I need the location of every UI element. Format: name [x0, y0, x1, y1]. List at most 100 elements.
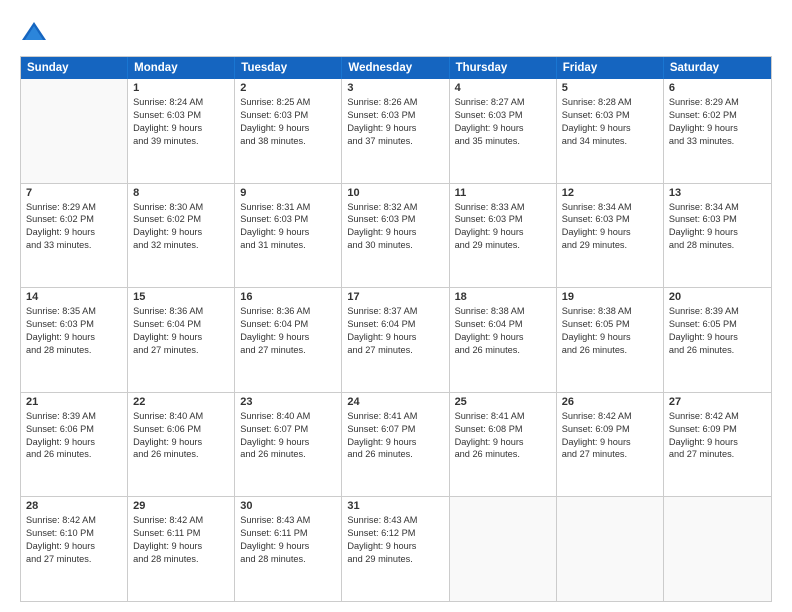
- cell-line: Daylight: 9 hours: [240, 540, 336, 553]
- cell-line: Daylight: 9 hours: [133, 331, 229, 344]
- cell-line: and 30 minutes.: [347, 239, 443, 252]
- calendar-cell: 20Sunrise: 8:39 AMSunset: 6:05 PMDayligh…: [664, 288, 771, 392]
- cell-line: Sunrise: 8:42 AM: [669, 410, 766, 423]
- cell-line: Sunrise: 8:40 AM: [133, 410, 229, 423]
- cell-line: and 28 minutes.: [669, 239, 766, 252]
- cell-line: Sunrise: 8:33 AM: [455, 201, 551, 214]
- calendar-cell: 8Sunrise: 8:30 AMSunset: 6:02 PMDaylight…: [128, 184, 235, 288]
- cell-line: Daylight: 9 hours: [347, 122, 443, 135]
- day-number: 15: [133, 291, 229, 303]
- calendar-cell: 17Sunrise: 8:37 AMSunset: 6:04 PMDayligh…: [342, 288, 449, 392]
- calendar-cell: 14Sunrise: 8:35 AMSunset: 6:03 PMDayligh…: [21, 288, 128, 392]
- cell-line: Sunset: 6:05 PM: [562, 318, 658, 331]
- day-number: 23: [240, 396, 336, 408]
- cell-line: Sunset: 6:06 PM: [26, 423, 122, 436]
- calendar-cell: [21, 79, 128, 183]
- cell-line: Sunrise: 8:42 AM: [26, 514, 122, 527]
- calendar-cell: [664, 497, 771, 601]
- cell-line: Sunrise: 8:36 AM: [240, 305, 336, 318]
- calendar-cell: 9Sunrise: 8:31 AMSunset: 6:03 PMDaylight…: [235, 184, 342, 288]
- cell-line: and 27 minutes.: [133, 344, 229, 357]
- cell-line: Daylight: 9 hours: [240, 331, 336, 344]
- cell-line: and 26 minutes.: [347, 448, 443, 461]
- cell-line: Daylight: 9 hours: [240, 226, 336, 239]
- calendar-cell: 1Sunrise: 8:24 AMSunset: 6:03 PMDaylight…: [128, 79, 235, 183]
- cell-line: Sunset: 6:05 PM: [669, 318, 766, 331]
- cell-line: Sunset: 6:03 PM: [347, 213, 443, 226]
- cell-line: Daylight: 9 hours: [562, 122, 658, 135]
- day-number: 12: [562, 187, 658, 199]
- day-number: 11: [455, 187, 551, 199]
- calendar-cell: 29Sunrise: 8:42 AMSunset: 6:11 PMDayligh…: [128, 497, 235, 601]
- cell-line: Daylight: 9 hours: [455, 331, 551, 344]
- cell-line: Daylight: 9 hours: [133, 540, 229, 553]
- day-number: 25: [455, 396, 551, 408]
- cell-line: Sunrise: 8:36 AM: [133, 305, 229, 318]
- cell-line: Daylight: 9 hours: [347, 331, 443, 344]
- cell-line: Sunrise: 8:34 AM: [562, 201, 658, 214]
- cell-line: Sunrise: 8:41 AM: [347, 410, 443, 423]
- calendar-cell: 15Sunrise: 8:36 AMSunset: 6:04 PMDayligh…: [128, 288, 235, 392]
- cell-line: Sunset: 6:08 PM: [455, 423, 551, 436]
- cell-line: and 38 minutes.: [240, 135, 336, 148]
- calendar-row: 21Sunrise: 8:39 AMSunset: 6:06 PMDayligh…: [21, 393, 771, 498]
- weekday-header: Friday: [557, 57, 664, 79]
- cell-line: and 28 minutes.: [26, 344, 122, 357]
- cell-line: and 26 minutes.: [455, 344, 551, 357]
- cell-line: Daylight: 9 hours: [347, 540, 443, 553]
- cell-line: Sunset: 6:02 PM: [26, 213, 122, 226]
- cell-line: Daylight: 9 hours: [240, 436, 336, 449]
- calendar-cell: 30Sunrise: 8:43 AMSunset: 6:11 PMDayligh…: [235, 497, 342, 601]
- calendar-cell: 4Sunrise: 8:27 AMSunset: 6:03 PMDaylight…: [450, 79, 557, 183]
- cell-line: Sunrise: 8:31 AM: [240, 201, 336, 214]
- calendar-cell: 13Sunrise: 8:34 AMSunset: 6:03 PMDayligh…: [664, 184, 771, 288]
- calendar-cell: 3Sunrise: 8:26 AMSunset: 6:03 PMDaylight…: [342, 79, 449, 183]
- cell-line: Sunset: 6:10 PM: [26, 527, 122, 540]
- cell-line: and 29 minutes.: [562, 239, 658, 252]
- weekday-header: Sunday: [21, 57, 128, 79]
- header: [20, 18, 772, 46]
- cell-line: and 33 minutes.: [669, 135, 766, 148]
- day-number: 19: [562, 291, 658, 303]
- weekday-header: Saturday: [664, 57, 771, 79]
- day-number: 8: [133, 187, 229, 199]
- cell-line: and 26 minutes.: [455, 448, 551, 461]
- cell-line: and 39 minutes.: [133, 135, 229, 148]
- cell-line: and 27 minutes.: [669, 448, 766, 461]
- cell-line: Sunrise: 8:30 AM: [133, 201, 229, 214]
- calendar-row: 7Sunrise: 8:29 AMSunset: 6:02 PMDaylight…: [21, 184, 771, 289]
- cell-line: Sunrise: 8:39 AM: [669, 305, 766, 318]
- day-number: 4: [455, 82, 551, 94]
- cell-line: Daylight: 9 hours: [26, 226, 122, 239]
- cell-line: Sunset: 6:03 PM: [240, 213, 336, 226]
- logo-icon: [20, 18, 48, 46]
- cell-line: Sunrise: 8:39 AM: [26, 410, 122, 423]
- cell-line: Sunrise: 8:40 AM: [240, 410, 336, 423]
- calendar-row: 28Sunrise: 8:42 AMSunset: 6:10 PMDayligh…: [21, 497, 771, 601]
- cell-line: Sunset: 6:03 PM: [240, 109, 336, 122]
- day-number: 17: [347, 291, 443, 303]
- cell-line: and 37 minutes.: [347, 135, 443, 148]
- cell-line: Sunset: 6:06 PM: [133, 423, 229, 436]
- cell-line: and 26 minutes.: [26, 448, 122, 461]
- calendar-cell: 25Sunrise: 8:41 AMSunset: 6:08 PMDayligh…: [450, 393, 557, 497]
- weekday-header: Tuesday: [235, 57, 342, 79]
- calendar-cell: 2Sunrise: 8:25 AMSunset: 6:03 PMDaylight…: [235, 79, 342, 183]
- cell-line: and 31 minutes.: [240, 239, 336, 252]
- cell-line: and 27 minutes.: [26, 553, 122, 566]
- cell-line: Daylight: 9 hours: [133, 436, 229, 449]
- calendar-header: SundayMondayTuesdayWednesdayThursdayFrid…: [21, 57, 771, 79]
- day-number: 22: [133, 396, 229, 408]
- page: SundayMondayTuesdayWednesdayThursdayFrid…: [0, 0, 792, 612]
- day-number: 24: [347, 396, 443, 408]
- cell-line: and 32 minutes.: [133, 239, 229, 252]
- day-number: 18: [455, 291, 551, 303]
- cell-line: and 29 minutes.: [347, 553, 443, 566]
- cell-line: and 26 minutes.: [562, 344, 658, 357]
- cell-line: Sunset: 6:04 PM: [455, 318, 551, 331]
- cell-line: Daylight: 9 hours: [347, 436, 443, 449]
- cell-line: Daylight: 9 hours: [26, 436, 122, 449]
- calendar-cell: 6Sunrise: 8:29 AMSunset: 6:02 PMDaylight…: [664, 79, 771, 183]
- cell-line: Sunrise: 8:37 AM: [347, 305, 443, 318]
- calendar-cell: 27Sunrise: 8:42 AMSunset: 6:09 PMDayligh…: [664, 393, 771, 497]
